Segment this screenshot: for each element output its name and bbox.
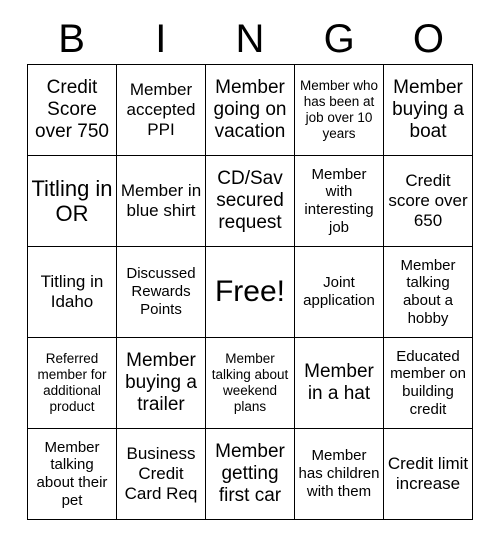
bingo-cell-label: Member going on vacation — [213, 76, 287, 143]
bingo-cell[interactable]: Member with interesting job — [295, 156, 384, 247]
bingo-cell-label: Member who has been at job over 10 years — [299, 77, 379, 142]
bingo-cell-label: Member talking about weekend plans — [211, 350, 289, 415]
bingo-cell-label: Discussed Rewards Points — [126, 265, 196, 318]
bingo-cell[interactable]: CD/Sav secured request — [206, 156, 295, 247]
bingo-header-letter-b: B — [58, 17, 85, 61]
bingo-cell-label: Member with interesting job — [304, 165, 374, 236]
bingo-cell[interactable]: Member has children with them — [295, 429, 384, 520]
bingo-cell-label: Member in a hat — [304, 360, 374, 404]
bingo-cell-label: Member getting first car — [215, 440, 285, 507]
bingo-cell-label: Free! — [214, 275, 286, 309]
bingo-cell[interactable]: Member talking about their pet — [28, 429, 117, 520]
bingo-cell[interactable]: Member in a hat — [295, 338, 384, 429]
bingo-cell-label: CD/Sav secured request — [216, 167, 284, 234]
bingo-cell[interactable]: Credit limit increase — [384, 429, 473, 520]
bingo-cell-label: Joint application — [303, 274, 375, 309]
bingo-cell[interactable]: Member accepted PPI — [117, 65, 206, 156]
bingo-cell-label: Member has children with them — [298, 447, 380, 500]
bingo-cell-label: Member accepted PPI — [126, 80, 196, 139]
bingo-cell-label: Titling in Idaho — [40, 272, 104, 311]
bingo-cell[interactable]: Joint application — [295, 247, 384, 338]
bingo-cell-label: Educated member on building credit — [390, 347, 466, 418]
bingo-cell[interactable]: Titling in OR — [28, 156, 117, 247]
bingo-header-row: B I N G O — [27, 14, 473, 64]
bingo-cell[interactable]: Credit score over 650 — [384, 156, 473, 247]
bingo-cell[interactable]: Titling in Idaho — [28, 247, 117, 338]
bingo-cell[interactable]: Member buying a boat — [384, 65, 473, 156]
bingo-cell-label: Member in blue shirt — [120, 181, 202, 220]
bingo-cell-label: Business Credit Card Req — [124, 444, 198, 503]
bingo-cell[interactable]: Member talking about weekend plans — [206, 338, 295, 429]
bingo-cell-label: Referred member for additional product — [37, 350, 107, 415]
bingo-header-letter-o: O — [412, 17, 444, 61]
bingo-cell[interactable]: Member getting first car — [206, 429, 295, 520]
bingo-cell[interactable]: Member talking about a hobby — [384, 247, 473, 338]
bingo-cell-label: Member talking about their pet — [36, 438, 108, 509]
bingo-cell-label: Member talking about a hobby — [400, 256, 456, 327]
bingo-header-letter-n: N — [235, 17, 265, 61]
bingo-cell-label: Titling in OR — [31, 175, 113, 226]
bingo-cell[interactable]: Member in blue shirt — [117, 156, 206, 247]
bingo-cell-free-space[interactable]: Free! — [206, 247, 295, 338]
bingo-cell[interactable]: Business Credit Card Req — [117, 429, 206, 520]
bingo-cell-label: Member buying a boat — [392, 76, 464, 143]
bingo-grid: Credit Score over 750 Member accepted PPI… — [27, 64, 473, 520]
bingo-header-letter-g: G — [323, 17, 355, 61]
bingo-cell[interactable]: Discussed Rewards Points — [117, 247, 206, 338]
bingo-cell-label: Credit score over 650 — [388, 171, 468, 230]
bingo-card: B I N G O Credit Score over 750 Member ac… — [0, 0, 500, 544]
bingo-cell[interactable]: Educated member on building credit — [384, 338, 473, 429]
bingo-header-letter-i: I — [155, 17, 167, 61]
bingo-cell[interactable]: Referred member for additional product — [28, 338, 117, 429]
bingo-cell-label: Credit Score over 750 — [35, 76, 109, 143]
bingo-cell[interactable]: Member going on vacation — [206, 65, 295, 156]
bingo-cell[interactable]: Credit Score over 750 — [28, 65, 117, 156]
bingo-cell[interactable]: Member buying a trailer — [117, 338, 206, 429]
bingo-cell[interactable]: Member who has been at job over 10 years — [295, 65, 384, 156]
bingo-cell-label: Credit limit increase — [387, 454, 469, 493]
bingo-cell-label: Member buying a trailer — [125, 349, 197, 416]
